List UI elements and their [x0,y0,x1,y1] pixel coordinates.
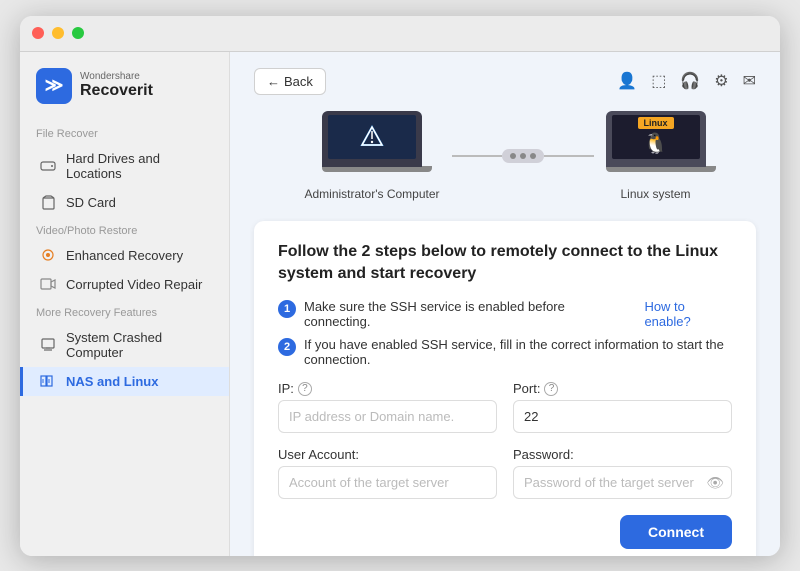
sidebar-item-hard-drives[interactable]: Hard Drives and Locations [20,144,229,188]
port-group: Port: ? [513,381,732,433]
password-group: Password: 👁 [513,447,732,499]
app-logo: ≫ Wondershare Recoverit [20,64,229,120]
account-icon[interactable]: 👤 [617,71,637,91]
title-bar [20,16,780,52]
ip-input[interactable] [278,400,497,433]
corrupted-video-icon [39,277,57,291]
section-video-restore: Video/Photo Restore [20,217,229,241]
system-crashed-icon [39,338,57,352]
linux-label: Linux system [620,187,690,201]
admin-label: Administrator's Computer [305,187,440,201]
close-button[interactable] [32,27,44,39]
mail-icon[interactable]: ✉ [743,71,756,91]
sd-card-icon [39,195,57,209]
toggle-password-icon[interactable]: 👁 [706,474,724,491]
admin-computer-img [322,111,422,181]
step1-text: Make sure the SSH service is enabled bef… [304,299,625,329]
hard-drive-icon [39,159,57,173]
back-button[interactable]: ← Back [254,68,326,95]
how-to-enable-link[interactable]: How to enable? [644,299,732,329]
sidebar: ≫ Wondershare Recoverit File Recover Har… [20,52,230,556]
sidebar-item-nas-linux[interactable]: NAS and Linux [20,367,229,396]
password-input[interactable] [513,466,732,499]
nas-linux-icon [39,374,57,388]
connection-line [452,149,594,163]
settings-icon[interactable]: ⚙ [714,71,728,91]
maximize-button[interactable] [72,27,84,39]
enhanced-icon [39,248,57,262]
connect-button[interactable]: Connect [620,515,732,549]
sidebar-label-nas-linux: NAS and Linux [66,374,158,389]
linux-computer-block: Linux 🐧 Linux system [606,111,706,201]
sidebar-item-corrupted-video[interactable]: Corrupted Video Repair [20,270,229,299]
step1-badge: 1 [278,300,296,318]
back-label: Back [284,74,313,89]
connection-diagram: Administrator's Computer [254,111,756,201]
top-bar: ← Back 👤 ⬚ 🎧 ⚙ ✉ [254,68,756,95]
port-info-icon[interactable]: ? [544,382,558,396]
ip-info-icon[interactable]: ? [298,382,312,396]
sidebar-label-hard-drives: Hard Drives and Locations [66,151,213,181]
port-input[interactable] [513,400,732,433]
sidebar-item-system-crashed[interactable]: System Crashed Computer [20,323,229,367]
section-file-recover: File Recover [20,120,229,144]
sidebar-label-corrupted-video: Corrupted Video Repair [66,277,202,292]
top-icons: 👤 ⬚ 🎧 ⚙ ✉ [617,71,756,91]
user-input[interactable] [278,466,497,499]
admin-computer-block: Administrator's Computer [305,111,440,201]
port-label: Port: ? [513,381,732,396]
logo-brand: Wondershare [80,71,153,82]
app-body: ≫ Wondershare Recoverit File Recover Har… [20,52,780,556]
form-row-credentials: User Account: Password: 👁 [278,447,732,499]
sidebar-item-sd-card[interactable]: SD Card [20,188,229,217]
step-1: 1 Make sure the SSH service is enabled b… [278,299,732,329]
back-arrow-icon: ← [267,74,280,89]
user-label: User Account: [278,447,497,462]
headset-icon[interactable]: 🎧 [680,71,700,91]
linux-computer-img: Linux 🐧 [606,111,706,181]
sidebar-label-enhanced: Enhanced Recovery [66,248,183,263]
ip-group: IP: ? [278,381,497,433]
form-card: Follow the 2 steps below to remotely con… [254,221,756,556]
sidebar-label-system-crashed: System Crashed Computer [66,330,213,360]
app-window: ≫ Wondershare Recoverit File Recover Har… [20,16,780,556]
step-2: 2 If you have enabled SSH service, fill … [278,337,732,367]
logo-product: Recoverit [80,82,153,100]
step2-badge: 2 [278,338,296,356]
minimize-button[interactable] [52,27,64,39]
user-account-group: User Account: [278,447,497,499]
logo-icon: ≫ [36,68,72,104]
step2-text: If you have enabled SSH service, fill in… [304,337,732,367]
main-content: ← Back 👤 ⬚ 🎧 ⚙ ✉ [230,52,780,556]
section-more-features: More Recovery Features [20,299,229,323]
form-row-ip-port: IP: ? Port: ? [278,381,732,433]
connect-row: Connect [278,515,732,549]
form-title: Follow the 2 steps below to remotely con… [278,241,732,286]
ip-label: IP: ? [278,381,497,396]
sidebar-item-enhanced[interactable]: Enhanced Recovery [20,241,229,270]
password-wrapper: 👁 [513,466,732,499]
login-icon[interactable]: ⬚ [651,71,666,91]
sidebar-label-sd-card: SD Card [66,195,116,210]
password-label: Password: [513,447,732,462]
